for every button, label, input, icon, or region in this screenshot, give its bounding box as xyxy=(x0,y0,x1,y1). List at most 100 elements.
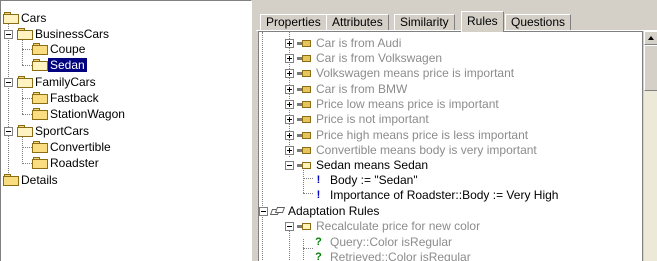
tree-node-label-selected: Sedan xyxy=(48,58,87,72)
tab-questions[interactable]: Questions xyxy=(505,14,572,31)
tree-node-label: SportCars xyxy=(35,124,90,138)
assignment-icon: ! xyxy=(316,189,321,201)
tree-line xyxy=(303,248,313,249)
rule-condition-label: Query::Color isRegular xyxy=(330,235,453,249)
tree-node-label: Roadster xyxy=(50,156,99,170)
rule-icon xyxy=(297,115,311,124)
expand-icon[interactable] xyxy=(285,85,294,94)
rule-label: Recalculate price for new color xyxy=(316,219,481,233)
tree-node-label: Details xyxy=(21,173,58,187)
expand-icon[interactable] xyxy=(285,115,294,124)
folder-open-icon xyxy=(3,12,19,24)
rule-icon xyxy=(297,54,311,63)
tree-node-label: BusinessCars xyxy=(35,27,110,41)
rule-condition-label: Retrieved::Color isRegular xyxy=(330,250,471,261)
expand-icon[interactable] xyxy=(285,69,294,78)
expand-icon[interactable] xyxy=(285,131,294,140)
tree-node-label: Cars xyxy=(21,11,47,25)
tree-node-coupe[interactable]: Coupe xyxy=(3,42,243,57)
tree-node-familycars[interactable]: FamilyCars xyxy=(3,75,243,90)
tab-similarity[interactable]: Similarity xyxy=(394,14,455,31)
tree-node-label: Coupe xyxy=(50,42,86,56)
expand-icon[interactable] xyxy=(285,146,294,155)
rule-icon xyxy=(297,131,311,140)
tree-line xyxy=(303,167,304,193)
collapse-icon[interactable] xyxy=(285,161,294,170)
assignment-icon: ! xyxy=(316,174,321,186)
tree-node-sportcars[interactable]: SportCars xyxy=(3,124,243,139)
rule-label: Sedan means Sedan xyxy=(316,158,429,172)
tree-node-cars[interactable]: Cars xyxy=(3,11,243,26)
tree-node-businesscars[interactable]: BusinessCars xyxy=(3,27,243,42)
tree-node-details[interactable]: Details xyxy=(3,173,243,188)
adaptation-icon xyxy=(269,207,286,217)
rules-tree[interactable]: Car is from Audi Car is from Volkswagen … xyxy=(258,31,643,261)
tree-node-stationwagon[interactable]: StationWagon xyxy=(3,107,243,122)
scroll-thumb[interactable] xyxy=(644,45,657,91)
rule-label: Price low means price is important xyxy=(316,97,499,111)
tab-rules[interactable]: Rules xyxy=(461,11,504,32)
tree-node-label: Fastback xyxy=(50,91,99,105)
folder-icon xyxy=(32,92,48,104)
rule-label: Convertible means body is very important xyxy=(316,143,537,157)
collapse-icon[interactable] xyxy=(4,78,13,87)
folder-icon xyxy=(3,174,19,186)
tab-label: Similarity xyxy=(400,15,449,29)
rule-label: Car is from BMW xyxy=(316,82,408,96)
rule-label: Price is not important xyxy=(316,112,429,126)
folder-open-icon xyxy=(17,76,33,88)
scroll-up-arrow-icon[interactable] xyxy=(644,31,657,45)
tree-line xyxy=(262,32,263,261)
question-icon: ? xyxy=(315,251,322,261)
rule-group-label: Adaptation Rules xyxy=(288,204,380,218)
tree-node-sedan[interactable]: Sedan xyxy=(3,58,243,73)
rule-open-icon xyxy=(297,161,311,170)
rule-label: Price high means price is less important xyxy=(316,128,529,142)
folder-open-icon xyxy=(17,28,33,40)
rule-label: Volkswagen means price is important xyxy=(316,66,515,80)
collapse-icon[interactable] xyxy=(259,207,268,216)
rule-icon xyxy=(297,39,311,48)
tab-label: Properties xyxy=(266,15,321,29)
tree-node-label: Convertible xyxy=(50,140,111,154)
folder-open-icon xyxy=(17,125,33,137)
rule-label: Car is from Audi xyxy=(316,36,402,50)
expand-icon[interactable] xyxy=(285,100,294,109)
expand-icon[interactable] xyxy=(285,54,294,63)
rule-label: Car is from Volkswagen xyxy=(316,51,443,65)
tree-line xyxy=(303,178,313,179)
question-icon: ? xyxy=(315,236,322,248)
rule-icon xyxy=(297,69,311,78)
collapse-icon[interactable] xyxy=(4,127,13,136)
rule-icon xyxy=(297,85,311,94)
folder-icon xyxy=(32,157,48,169)
tab-label: Attributes xyxy=(332,15,383,29)
tree-node-label: StationWagon xyxy=(50,107,125,121)
tab-properties[interactable]: Properties xyxy=(260,14,327,31)
tab-attributes[interactable]: Attributes xyxy=(326,14,389,31)
folder-open-icon xyxy=(32,59,48,71)
tab-label: Questions xyxy=(511,15,566,29)
vertical-scrollbar[interactable] xyxy=(643,31,657,261)
tree-node-roadster[interactable]: Roadster xyxy=(3,156,243,171)
class-tree[interactable]: Cars BusinessCars Coupe Sedan FamilyCars… xyxy=(0,0,252,261)
rule-icon xyxy=(297,100,311,109)
rule-open-icon xyxy=(297,222,311,231)
collapse-icon[interactable] xyxy=(285,222,294,231)
rule-action-label: Importance of Roadster::Body := Very Hig… xyxy=(330,188,559,202)
detail-pane: Properties Attributes Similarity Rules Q… xyxy=(256,0,657,261)
folder-icon xyxy=(32,43,48,55)
tab-label: Rules xyxy=(467,14,498,28)
tab-strip: Properties Attributes Similarity Rules Q… xyxy=(260,11,657,32)
rule-icon xyxy=(297,146,311,155)
rule-action-label: Body := "Sedan" xyxy=(330,173,418,187)
expand-icon[interactable] xyxy=(285,39,294,48)
folder-icon xyxy=(32,108,48,120)
tree-node-convertible[interactable]: Convertible xyxy=(3,140,243,155)
tree-node-fastback[interactable]: Fastback xyxy=(3,91,243,106)
tree-line xyxy=(303,193,313,194)
folder-icon xyxy=(32,141,48,153)
collapse-icon[interactable] xyxy=(4,30,13,39)
tree-node-label: FamilyCars xyxy=(35,75,96,89)
tree-line xyxy=(303,239,304,261)
